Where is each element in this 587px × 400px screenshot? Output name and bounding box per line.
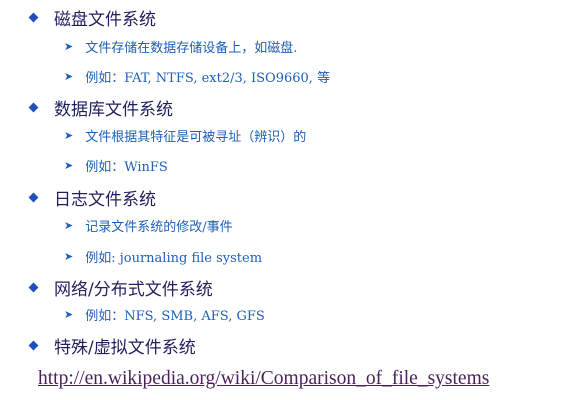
list-item-virtual-fs: 特殊/虚拟文件系统 bbox=[28, 333, 196, 358]
diamond-bullet-icon bbox=[28, 282, 39, 293]
item-label: 磁盘文件系统 bbox=[54, 10, 156, 30]
list-item-journaling-fs: 日志文件系统 bbox=[28, 185, 156, 210]
arrow-bullet-icon: ➤ bbox=[64, 40, 74, 53]
arrow-bullet-icon: ➤ bbox=[64, 308, 74, 321]
item-label: 文件根据其特征是可被寻址（辨识）的 bbox=[85, 130, 307, 145]
item-label: 记录文件系统的修改/事件 bbox=[85, 220, 233, 235]
arrow-bullet-icon: ➤ bbox=[64, 70, 74, 83]
item-label: 例如：WinFS bbox=[85, 160, 168, 175]
list-subitem-database-desc: ➤ 文件根据其特征是可被寻址（辨识）的 bbox=[64, 126, 306, 145]
diamond-bullet-icon bbox=[28, 102, 39, 113]
item-label: 文件存储在数据存储设备上，如磁盘. bbox=[85, 41, 298, 56]
diamond-bullet-icon bbox=[28, 340, 39, 351]
item-label: 数据库文件系统 bbox=[54, 100, 173, 120]
item-label: 网络/分布式文件系统 bbox=[54, 280, 213, 300]
item-label: 特殊/虚拟文件系统 bbox=[54, 338, 196, 358]
diamond-bullet-icon bbox=[28, 12, 39, 23]
arrow-bullet-icon: ➤ bbox=[64, 129, 74, 142]
list-subitem-journaling-example: ➤ 例如: journaling file system bbox=[64, 247, 262, 266]
arrow-bullet-icon: ➤ bbox=[64, 159, 74, 172]
item-label: 例如: journaling file system bbox=[85, 251, 263, 266]
list-subitem-network-example: ➤ 例如：NFS, SMB, AFS, GFS bbox=[64, 305, 265, 324]
diamond-bullet-icon bbox=[28, 192, 39, 203]
item-label: 例如：FAT, NTFS, ext2/3, ISO9660, 等 bbox=[85, 71, 331, 86]
slide: 磁盘文件系统 ➤ 文件存储在数据存储设备上，如磁盘. ➤ 例如：FAT, NTF… bbox=[0, 0, 587, 400]
list-subitem-database-example: ➤ 例如：WinFS bbox=[64, 156, 168, 175]
arrow-bullet-icon: ➤ bbox=[64, 250, 74, 263]
list-item-network-fs: 网络/分布式文件系统 bbox=[28, 275, 213, 300]
list-item-database-fs: 数据库文件系统 bbox=[28, 95, 173, 120]
list-subitem-journaling-desc: ➤ 记录文件系统的修改/事件 bbox=[64, 216, 233, 235]
list-subitem-disk-example: ➤ 例如：FAT, NTFS, ext2/3, ISO9660, 等 bbox=[64, 67, 330, 86]
list-subitem-disk-desc: ➤ 文件存储在数据存储设备上，如磁盘. bbox=[64, 37, 297, 56]
arrow-bullet-icon: ➤ bbox=[64, 219, 74, 232]
wikipedia-link[interactable]: http://en.wikipedia.org/wiki/Comparison_… bbox=[38, 368, 489, 390]
list-item-disk-fs: 磁盘文件系统 bbox=[28, 5, 156, 30]
item-label: 例如：NFS, SMB, AFS, GFS bbox=[85, 309, 265, 324]
item-label: 日志文件系统 bbox=[54, 190, 156, 210]
